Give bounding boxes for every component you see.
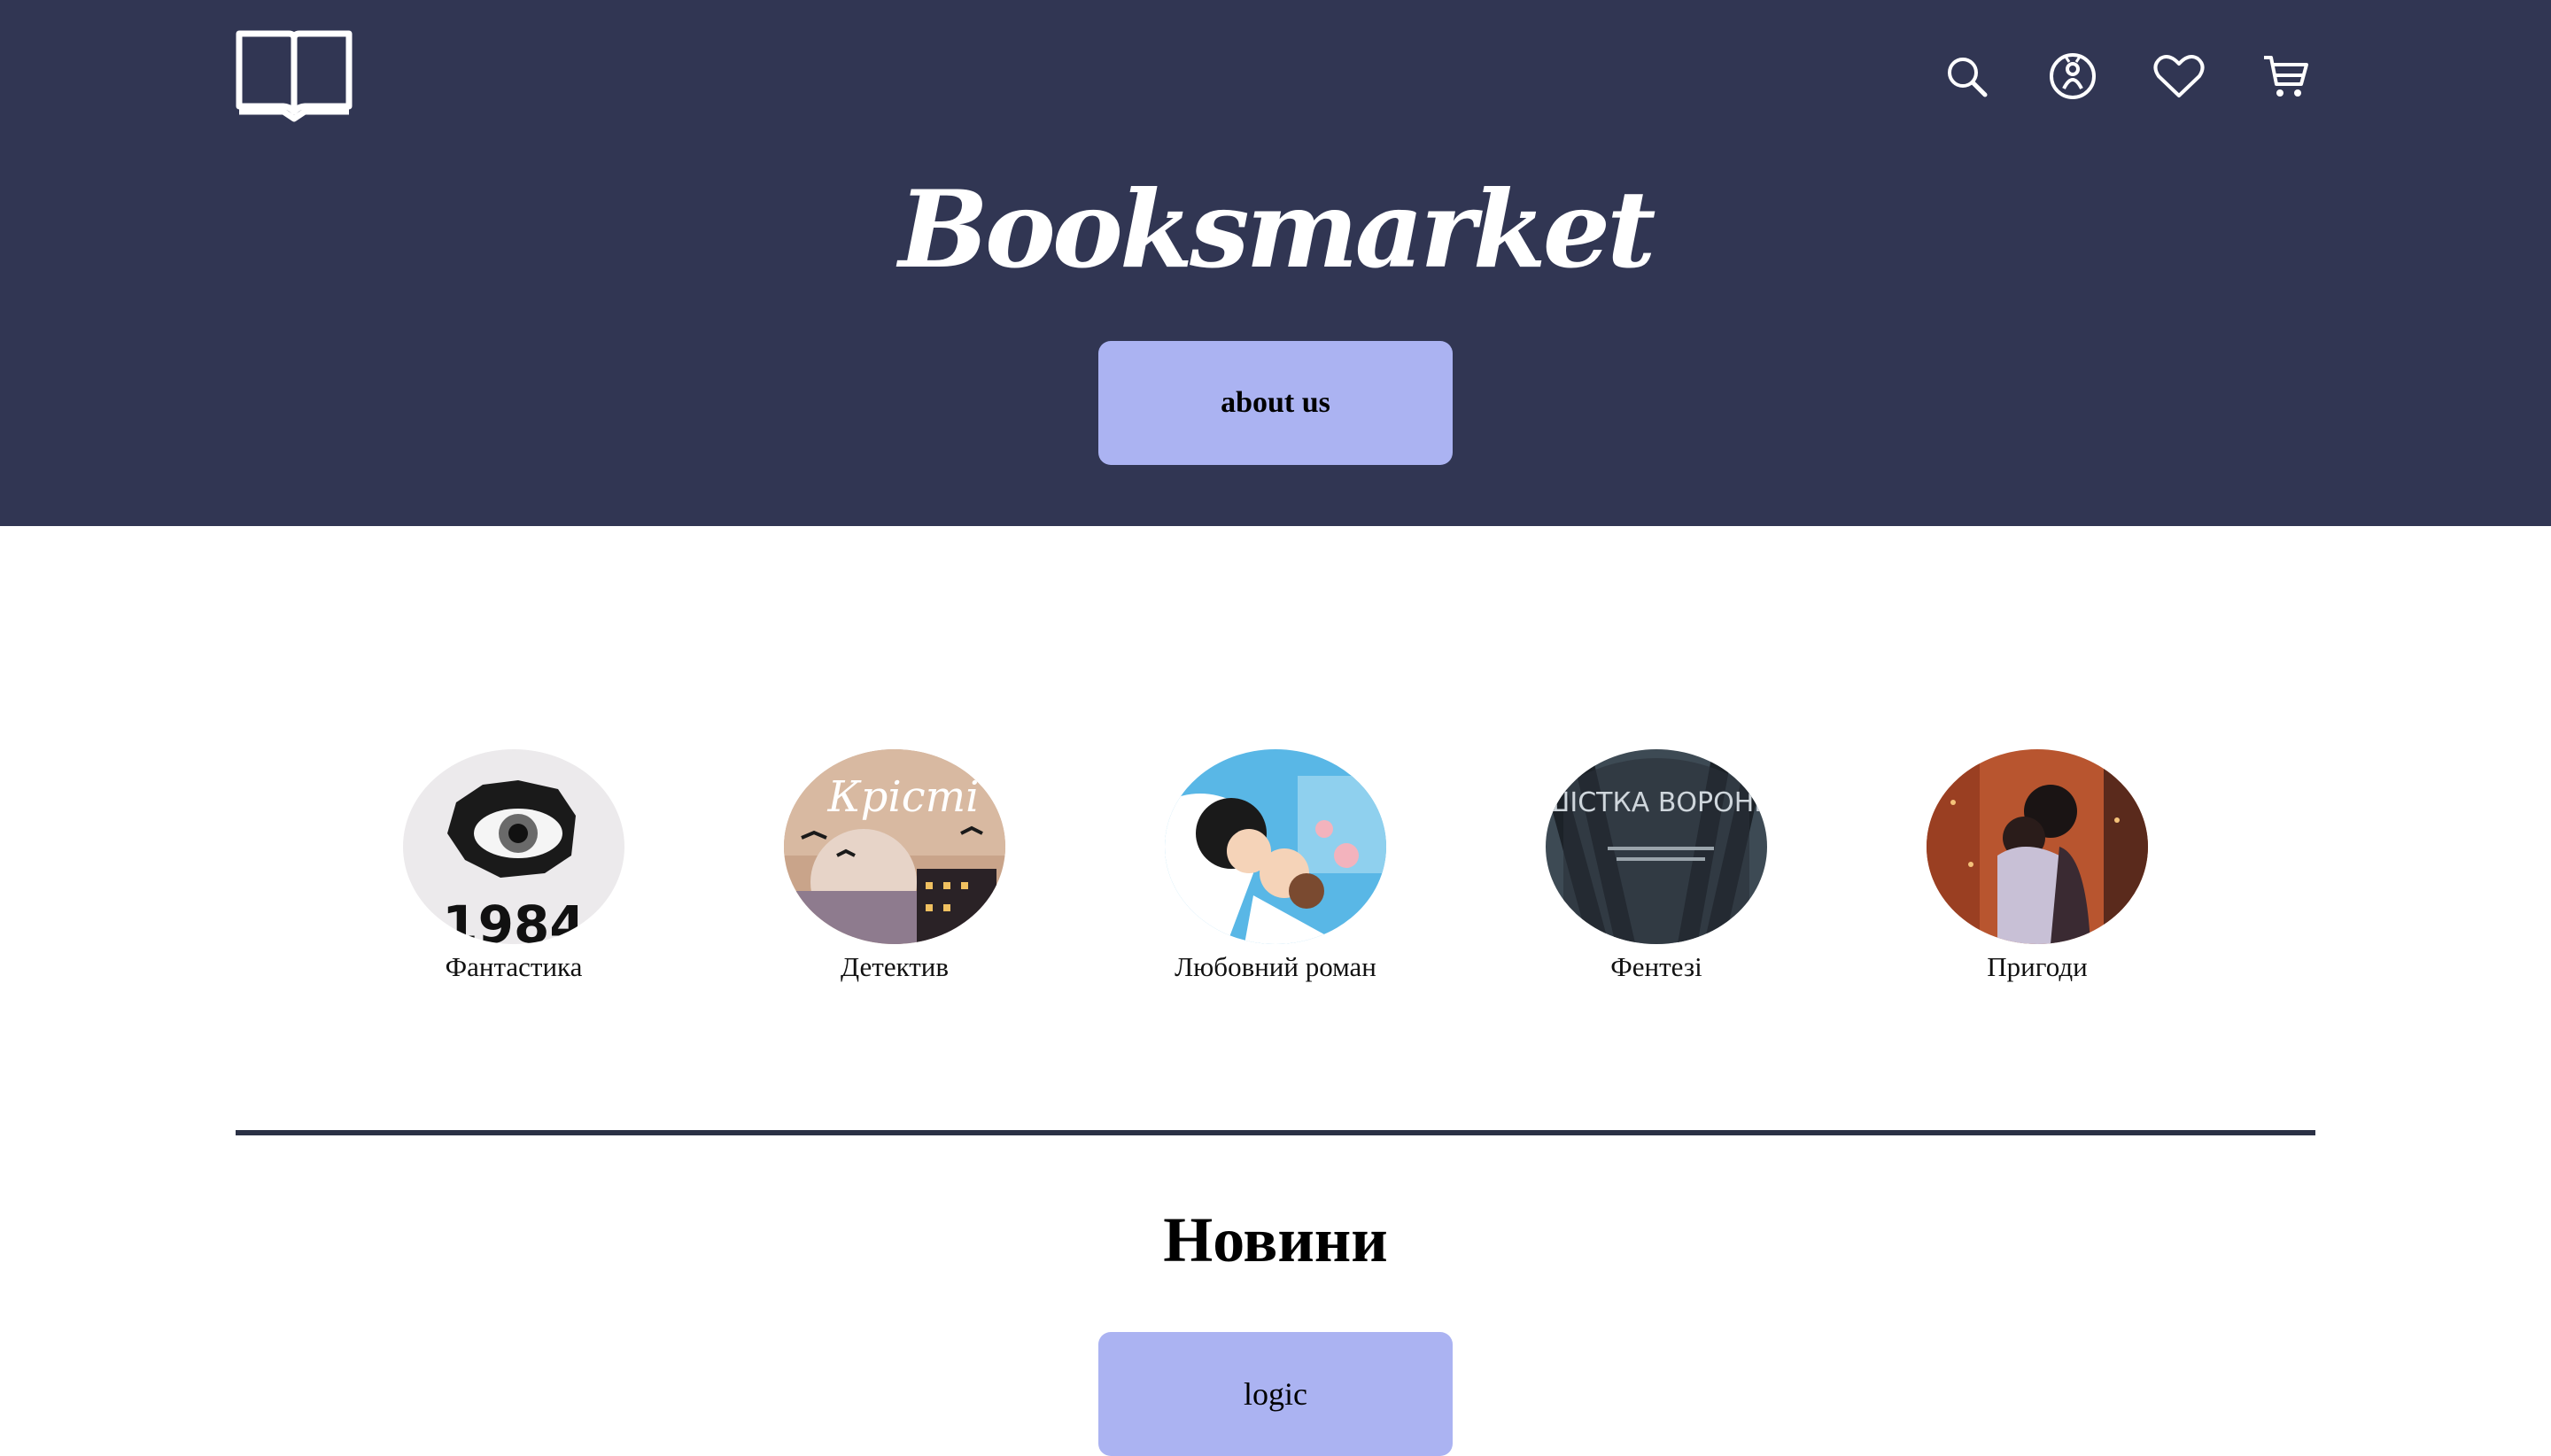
category-label: Фантастика (445, 951, 583, 982)
section-divider (236, 1130, 2315, 1135)
category-item-fentezi[interactable]: ШІСТКА ВОРОНІВ Фентезі (1524, 749, 1789, 985)
category-cover-image: Крісті (784, 749, 1005, 944)
category-item-lyubovnyi-roman[interactable]: Любовний роман (1143, 749, 1408, 985)
category-cover-image (1165, 749, 1386, 944)
cover-text: 1984 (442, 895, 585, 944)
category-cover-image: ШІСТКА ВОРОНІВ (1546, 749, 1767, 944)
category-label: Детектив (840, 951, 950, 982)
about-us-button[interactable]: about us (1098, 341, 1453, 465)
category-label: Любовний роман (1175, 951, 1376, 982)
heart-icon[interactable] (2152, 50, 2206, 103)
category-list: 1984 Фантастика Крісті Детектив Любовний… (0, 749, 2551, 997)
cart-icon[interactable] (2259, 50, 2312, 103)
brand-title: Booksmarket (898, 167, 1655, 292)
cover-text: ШІСТКА ВОРОНІВ (1546, 787, 1767, 818)
category-item-detektyv[interactable]: Крісті Детектив (762, 749, 1027, 985)
category-cover-image: 1984 (403, 749, 624, 944)
news-item-button[interactable]: logic (1098, 1332, 1453, 1456)
news-heading: Новини (1163, 1204, 1388, 1275)
category-label: Пригоди (1987, 951, 2088, 982)
book-logo-icon[interactable] (234, 27, 354, 124)
cover-text: Крісті (827, 772, 980, 822)
search-icon[interactable] (1940, 50, 1993, 103)
site-header: Booksmarket about us (0, 0, 2551, 526)
category-item-fantastyka[interactable]: 1984 Фантастика (381, 749, 647, 985)
category-cover-image (1927, 749, 2148, 944)
account-icon[interactable] (2046, 50, 2099, 103)
category-label: Фентезі (1610, 951, 1702, 982)
category-item-pryhody[interactable]: Пригоди (1904, 749, 2170, 985)
